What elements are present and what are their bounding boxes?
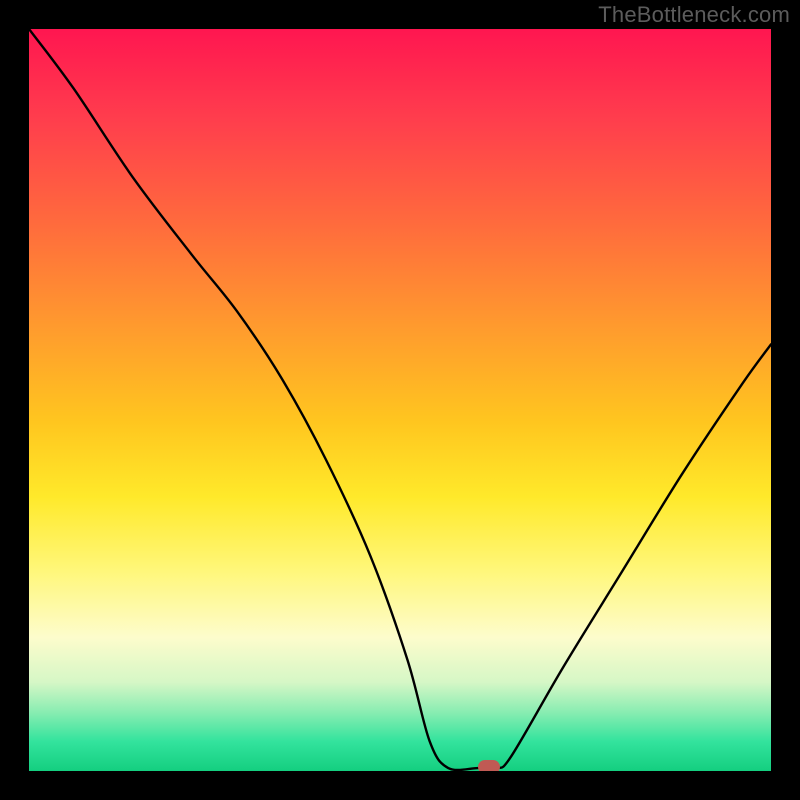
plot-area (29, 29, 771, 771)
curve-svg (29, 29, 771, 771)
attribution-label: TheBottleneck.com (598, 2, 790, 28)
optimal-marker (478, 760, 500, 771)
bottleneck-curve (29, 29, 771, 770)
chart-frame: TheBottleneck.com (0, 0, 800, 800)
